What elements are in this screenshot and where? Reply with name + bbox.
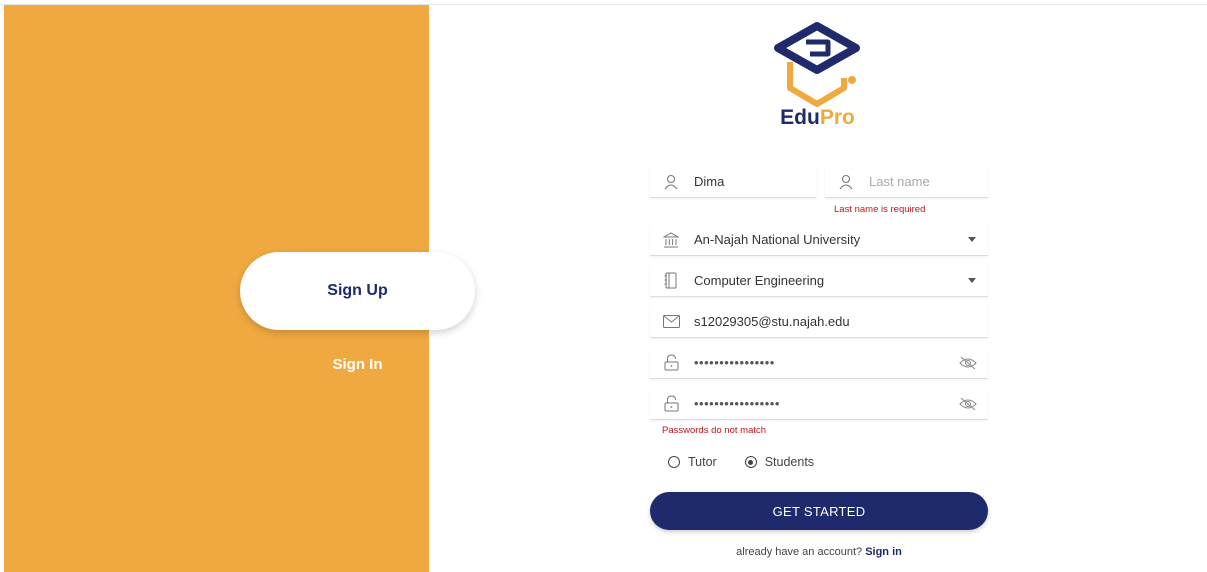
last-name-placeholder: Last name bbox=[869, 174, 930, 189]
password-value: •••••••••••••••• bbox=[694, 355, 775, 370]
lock-icon bbox=[660, 352, 682, 374]
eye-off-icon[interactable] bbox=[958, 353, 978, 373]
notebook-icon bbox=[660, 270, 682, 292]
university-value: An-Najah National University bbox=[694, 232, 861, 247]
brand-name: EduPro bbox=[740, 106, 895, 130]
password-field[interactable]: •••••••••••••••• bbox=[650, 347, 988, 379]
brand-pro: Pro bbox=[819, 106, 855, 129]
email-value: s12029305@stu.najah.edu bbox=[694, 314, 850, 329]
get-started-button[interactable]: GET STARTED bbox=[650, 492, 988, 530]
signup-tab[interactable]: Sign Up bbox=[240, 252, 475, 330]
radio-tutor[interactable]: Tutor bbox=[668, 455, 717, 469]
edupro-logo bbox=[774, 22, 860, 107]
role-radio-group: Tutor Students bbox=[668, 455, 842, 469]
get-started-label: GET STARTED bbox=[772, 503, 866, 519]
person-icon bbox=[835, 171, 857, 193]
lock-icon bbox=[660, 393, 682, 415]
radio-circle bbox=[668, 456, 680, 468]
university-select[interactable]: An-Najah National University bbox=[650, 224, 988, 256]
signin-tab[interactable]: Sign In bbox=[300, 352, 415, 376]
brand-edu: Edu bbox=[780, 106, 820, 129]
email-field[interactable]: s12029305@stu.najah.edu bbox=[650, 306, 988, 338]
department-select[interactable]: Computer Engineering bbox=[650, 265, 988, 297]
footer-text: already have an account? bbox=[736, 546, 863, 558]
department-value: Computer Engineering bbox=[694, 273, 825, 288]
confirm-password-value: ••••••••••••••••• bbox=[694, 396, 780, 411]
radio-tutor-label: Tutor bbox=[688, 455, 717, 469]
person-icon bbox=[660, 171, 682, 193]
radio-students[interactable]: Students bbox=[744, 455, 815, 469]
mail-icon bbox=[660, 311, 682, 333]
last-name-error: Last name is required bbox=[834, 204, 926, 215]
signup-tab-label: Sign Up bbox=[327, 282, 388, 299]
first-name-value: Dima bbox=[694, 174, 725, 189]
chevron-down-icon bbox=[968, 278, 976, 283]
chevron-down-icon bbox=[968, 237, 976, 242]
first-name-field[interactable]: Dima bbox=[650, 166, 816, 198]
bank-icon bbox=[660, 229, 682, 251]
signin-tab-label: Sign In bbox=[332, 355, 383, 373]
last-name-field[interactable]: Last name bbox=[825, 166, 988, 198]
sign-in-link[interactable]: Sign in bbox=[865, 546, 902, 558]
footer-prompt: already have an account? Sign in bbox=[650, 546, 988, 558]
confirm-password-field[interactable]: ••••••••••••••••• bbox=[650, 388, 988, 420]
radio-circle-checked bbox=[744, 456, 757, 468]
password-mismatch-error: Passwords do not match bbox=[662, 425, 767, 436]
radio-students-label: Students bbox=[764, 455, 815, 469]
eye-off-icon[interactable] bbox=[958, 394, 978, 414]
